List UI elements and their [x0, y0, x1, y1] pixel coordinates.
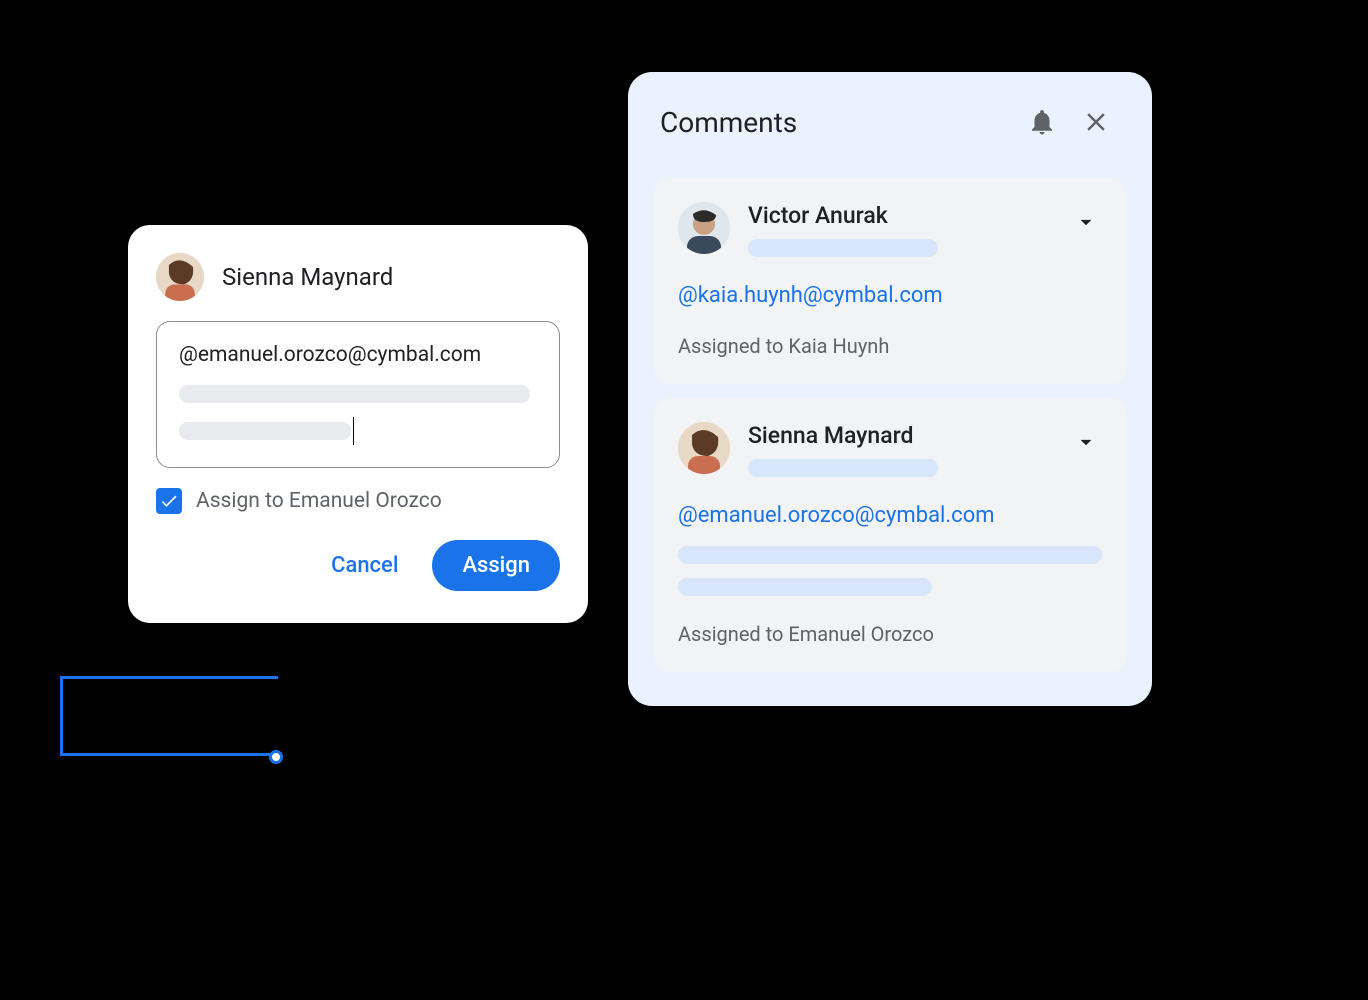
comment-author-name: Victor Anurak [748, 202, 1052, 229]
placeholder-line [179, 422, 351, 440]
avatar [156, 253, 204, 301]
selection-handle[interactable] [269, 750, 283, 764]
notifications-button[interactable] [1022, 102, 1062, 142]
cancel-button[interactable]: Cancel [325, 545, 404, 586]
comment-input[interactable]: @emanuel.orozco@cymbal.com [156, 321, 560, 468]
assign-checkbox-label: Assign to Emanuel Orozco [196, 489, 442, 513]
comments-panel: Comments Victor Anurak @kaia.huynh@cymba… [628, 72, 1152, 706]
expand-button[interactable] [1070, 206, 1102, 238]
comment-mention[interactable]: @kaia.huynh@cymbal.com [678, 283, 1102, 308]
bell-icon [1027, 107, 1057, 137]
assigned-to-line: Assigned to Kaia Huynh [678, 334, 1102, 358]
check-icon [159, 491, 179, 511]
comments-header: Comments [654, 100, 1126, 164]
comment-mention[interactable]: @emanuel.orozco@cymbal.com [678, 503, 1102, 528]
placeholder-line [678, 578, 932, 596]
placeholder-line [748, 459, 938, 477]
placeholder-line [748, 239, 938, 257]
chevron-down-icon [1073, 209, 1099, 235]
comment-card[interactable]: Victor Anurak @kaia.huynh@cymbal.com Ass… [654, 178, 1126, 384]
avatar [678, 422, 730, 474]
avatar [678, 202, 730, 254]
close-icon [1081, 107, 1111, 137]
placeholder-line [179, 385, 530, 403]
comment-mention: @emanuel.orozco@cymbal.com [179, 342, 537, 369]
comment-author-name: Sienna Maynard [748, 422, 1052, 449]
assign-button[interactable]: Assign [432, 540, 560, 591]
comments-title: Comments [660, 106, 1008, 139]
compose-comment-card: Sienna Maynard @emanuel.orozco@cymbal.co… [128, 225, 588, 623]
assigned-to-line: Assigned to Emanuel Orozco [678, 622, 1102, 646]
chevron-down-icon [1073, 429, 1099, 455]
close-button[interactable] [1076, 102, 1116, 142]
selection-frame [60, 676, 278, 756]
placeholder-line [678, 546, 1102, 564]
compose-author-name: Sienna Maynard [222, 263, 393, 291]
text-cursor [353, 417, 355, 445]
expand-button[interactable] [1070, 426, 1102, 458]
comment-card[interactable]: Sienna Maynard @emanuel.orozco@cymbal.co… [654, 398, 1126, 672]
assign-checkbox[interactable] [156, 488, 182, 514]
